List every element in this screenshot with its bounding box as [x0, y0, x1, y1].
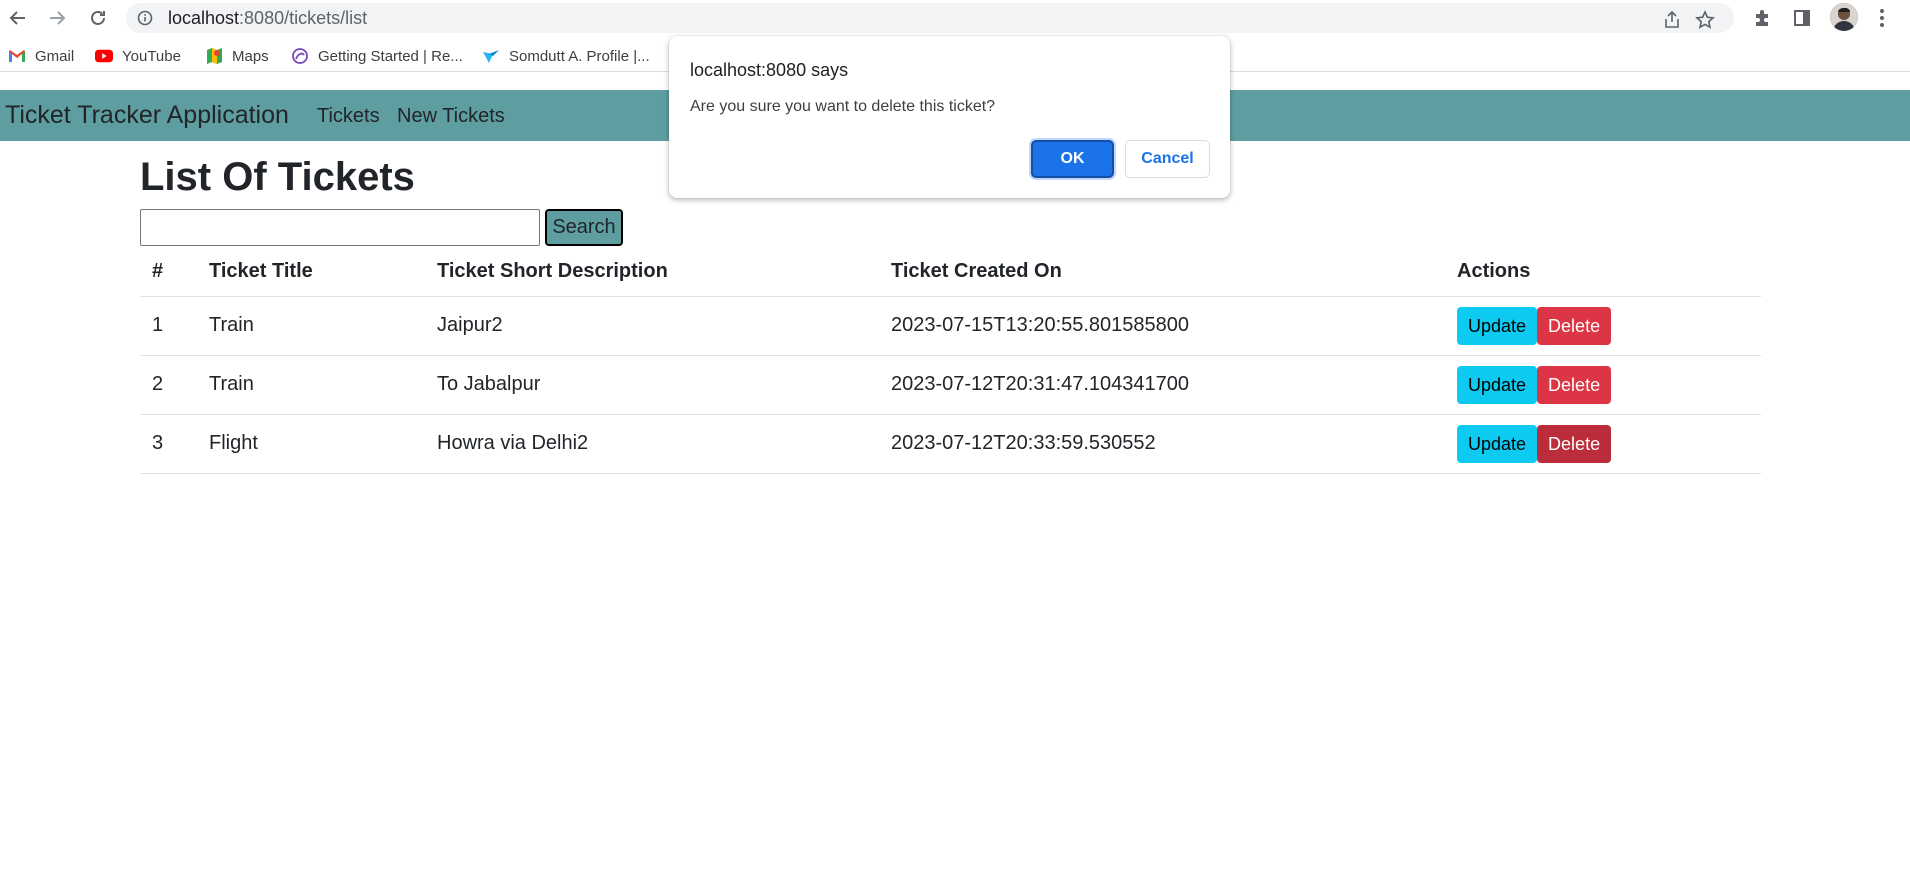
gmail-icon [8, 47, 26, 65]
bookmark-label: YouTube [122, 47, 181, 65]
share-button[interactable] [1661, 9, 1683, 31]
maps-icon [205, 47, 223, 65]
bookmark-label: Somdutt A. Profile |... [509, 47, 650, 65]
bookmark-youtube[interactable]: YouTube [95, 46, 181, 66]
side-panel-icon [1794, 10, 1810, 26]
bookmark-label: Getting Started | Re... [318, 47, 463, 65]
cell-title: Train [197, 296, 425, 356]
address-bar[interactable]: localhost:8080/tickets/list [126, 3, 1734, 33]
nav-link-new-tickets[interactable]: New Tickets [397, 106, 505, 126]
dialog-ok-button[interactable]: OK [1031, 140, 1114, 178]
delete-button[interactable]: Delete [1537, 306, 1612, 345]
nav-link-tickets[interactable]: Tickets [317, 106, 380, 126]
cell-number: 2 [140, 355, 197, 415]
share-icon [1665, 10, 1679, 28]
page-title: List Of Tickets [140, 155, 415, 199]
url-text: localhost:8080/tickets/list [168, 9, 367, 27]
back-button[interactable] [6, 6, 30, 30]
url-host: localhost [168, 8, 240, 28]
profile-avatar[interactable] [1830, 3, 1858, 31]
bookmark-label: Maps [232, 47, 269, 65]
confirm-dialog: localhost:8080 says Are you sure you wan… [669, 36, 1230, 198]
update-button[interactable]: Update [1457, 365, 1538, 404]
site-info-icon[interactable] [137, 10, 153, 26]
dialog-title: localhost:8080 says [690, 60, 849, 80]
table-row: 3 Flight Howra via Delhi2 2023-07-12T20:… [140, 414, 1761, 474]
star-icon [1695, 10, 1715, 29]
back-arrow-icon [9, 11, 25, 25]
table-row: 2 Train To Jabalpur 2023-07-12T20:31:47.… [140, 355, 1761, 415]
cell-created-on: 2023-07-12T20:33:59.530552 [879, 414, 1445, 474]
cell-description: Howra via Delhi2 [425, 414, 879, 474]
delete-button[interactable]: Delete [1537, 424, 1612, 463]
side-panel-button[interactable] [1790, 6, 1814, 30]
update-button[interactable]: Update [1457, 424, 1538, 463]
extensions-button[interactable] [1750, 6, 1774, 30]
dialog-cancel-button[interactable]: Cancel [1125, 140, 1210, 178]
delete-button[interactable]: Delete [1537, 365, 1612, 404]
search-button[interactable]: Search [545, 209, 623, 246]
cell-number: 3 [140, 414, 197, 474]
update-button[interactable]: Update [1457, 306, 1538, 345]
user-avatar-icon [1830, 3, 1858, 31]
cell-title: Train [197, 355, 425, 415]
tickets-table: # Ticket Title Ticket Short Description … [140, 248, 1761, 474]
bookmark-gmail[interactable]: Gmail [8, 46, 74, 66]
kebab-menu-icon [1880, 9, 1884, 27]
cell-created-on: 2023-07-15T13:20:55.801585800 [879, 296, 1445, 356]
header-ticket-created-on: Ticket Created On [879, 248, 1445, 297]
bookmark-redux[interactable]: Getting Started | Re... [291, 46, 463, 66]
puzzle-icon [1756, 10, 1768, 26]
app-brand[interactable]: Ticket Tracker Application [5, 103, 289, 128]
table-row: 1 Train Jaipur2 2023-07-15T13:20:55.8015… [140, 296, 1761, 356]
cell-description: Jaipur2 [425, 296, 879, 356]
header-ticket-title: Ticket Title [197, 248, 425, 297]
cell-description: To Jabalpur [425, 355, 879, 415]
bookmark-star-button[interactable] [1694, 9, 1716, 31]
cell-actions: Update Delete [1445, 355, 1761, 415]
cell-number: 1 [140, 296, 197, 356]
header-ticket-description: Ticket Short Description [425, 248, 879, 297]
cell-actions: Update Delete [1445, 414, 1761, 474]
header-number: # [140, 248, 197, 297]
profile-site-icon [482, 47, 500, 65]
cell-created-on: 2023-07-12T20:31:47.104341700 [879, 355, 1445, 415]
bookmark-profile-site[interactable]: Somdutt A. Profile |... [482, 46, 650, 66]
search-input[interactable] [140, 209, 540, 246]
forward-button[interactable] [45, 6, 69, 30]
table-header-row: # Ticket Title Ticket Short Description … [140, 248, 1761, 297]
url-path: :8080/tickets/list [239, 8, 368, 28]
cell-actions: Update Delete [1445, 296, 1761, 356]
browser-toolbar: localhost:8080/tickets/list [0, 0, 1910, 36]
dialog-message: Are you sure you want to delete this tic… [690, 98, 996, 115]
reload-button[interactable] [86, 6, 110, 30]
forward-arrow-icon [50, 11, 66, 25]
redux-icon [291, 47, 309, 65]
cell-title: Flight [197, 414, 425, 474]
browser-menu-button[interactable] [1870, 6, 1894, 30]
header-actions: Actions [1445, 248, 1761, 297]
reload-icon [91, 11, 105, 25]
bookmark-label: Gmail [35, 47, 75, 65]
youtube-icon [95, 47, 113, 65]
bookmark-maps[interactable]: Maps [205, 46, 269, 66]
